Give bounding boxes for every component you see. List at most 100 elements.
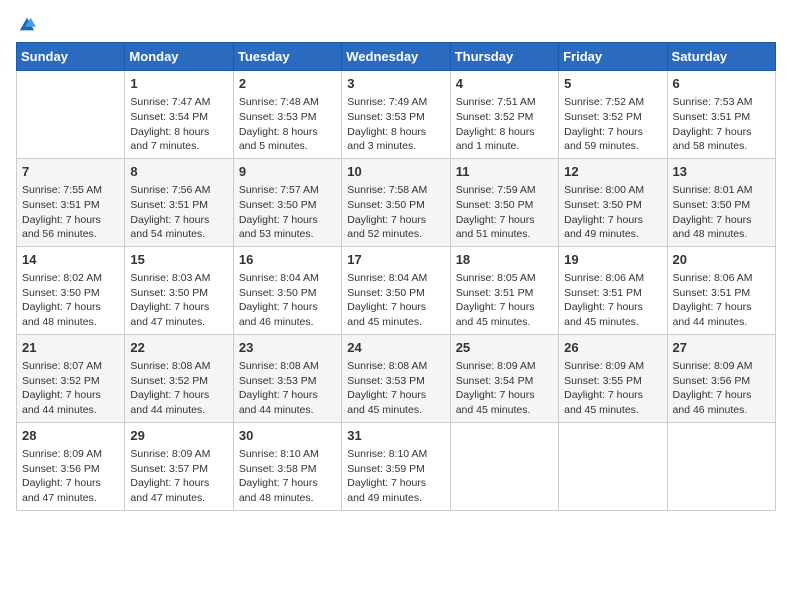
day-number: 4: [456, 75, 553, 93]
day-info: Sunrise: 8:10 AM Sunset: 3:59 PM Dayligh…: [347, 447, 444, 506]
calendar-cell: [667, 422, 775, 510]
calendar-cell: 19 Sunrise: 8:06 AM Sunset: 3:51 PM Dayli…: [559, 246, 667, 334]
day-number: 7: [22, 163, 119, 181]
calendar-cell: 26 Sunrise: 8:09 AM Sunset: 3:55 PM Dayli…: [559, 334, 667, 422]
weekday-header-saturday: Saturday: [667, 43, 775, 71]
day-info: Sunrise: 8:02 AM Sunset: 3:50 PM Dayligh…: [22, 271, 119, 330]
calendar-cell: 16Sunrise: 8:04 AM Sunset: 3:50 PM Dayli…: [233, 246, 341, 334]
day-info: Sunrise: 7:48 AM Sunset: 3:53 PM Dayligh…: [239, 95, 336, 154]
weekday-header-sunday: Sunday: [17, 43, 125, 71]
calendar-cell: 18 Sunrise: 8:05 AM Sunset: 3:51 PM Dayli…: [450, 246, 558, 334]
day-number: 12: [564, 163, 661, 181]
logo: [16, 16, 36, 32]
day-info: Sunrise: 7:56 AM Sunset: 3:51 PM Dayligh…: [130, 183, 227, 242]
day-number: 2: [239, 75, 336, 93]
weekday-header-thursday: Thursday: [450, 43, 558, 71]
day-info: Sunrise: 8:06 AM Sunset: 3:51 PM Dayligh…: [564, 271, 661, 330]
day-info: Sunrise: 8:10 AM Sunset: 3:58 PM Dayligh…: [239, 447, 336, 506]
day-info: Sunrise: 8:03 AM Sunset: 3:50 PM Dayligh…: [130, 271, 227, 330]
day-number: 3: [347, 75, 444, 93]
calendar-row: 14 Sunrise: 8:02 AM Sunset: 3:50 PM Dayli…: [17, 246, 776, 334]
day-info: Sunrise: 8:01 AM Sunset: 3:50 PM Dayligh…: [673, 183, 770, 242]
day-info: Sunrise: 7:57 AM Sunset: 3:50 PM Dayligh…: [239, 183, 336, 242]
day-number: 27: [673, 339, 770, 357]
day-info: Sunrise: 8:09 AM Sunset: 3:54 PM Dayligh…: [456, 359, 553, 418]
day-number: 17: [347, 251, 444, 269]
calendar-cell: 15 Sunrise: 8:03 AM Sunset: 3:50 PM Dayli…: [125, 246, 233, 334]
weekday-header-wednesday: Wednesday: [342, 43, 450, 71]
day-number: 29: [130, 427, 227, 445]
day-number: 14: [22, 251, 119, 269]
calendar-cell: 24 Sunrise: 8:08 AM Sunset: 3:53 PM Dayli…: [342, 334, 450, 422]
day-number: 19: [564, 251, 661, 269]
calendar-cell: 30Sunrise: 8:10 AM Sunset: 3:58 PM Dayli…: [233, 422, 341, 510]
calendar-header: SundayMondayTuesdayWednesdayThursdayFrid…: [17, 43, 776, 71]
day-number: 11: [456, 163, 553, 181]
calendar-cell: 6 Sunrise: 7:53 AM Sunset: 3:51 PM Daylig…: [667, 71, 775, 159]
page-header: [16, 16, 776, 32]
calendar-cell: 2 Sunrise: 7:48 AM Sunset: 3:53 PM Daylig…: [233, 71, 341, 159]
day-number: 28: [22, 427, 119, 445]
day-number: 15: [130, 251, 227, 269]
day-info: Sunrise: 8:08 AM Sunset: 3:53 PM Dayligh…: [347, 359, 444, 418]
day-info: Sunrise: 7:58 AM Sunset: 3:50 PM Dayligh…: [347, 183, 444, 242]
day-number: 31: [347, 427, 444, 445]
calendar-cell: 9Sunrise: 7:57 AM Sunset: 3:50 PM Daylig…: [233, 158, 341, 246]
calendar-cell: 11 Sunrise: 7:59 AM Sunset: 3:50 PM Dayli…: [450, 158, 558, 246]
day-info: Sunrise: 7:51 AM Sunset: 3:52 PM Dayligh…: [456, 95, 553, 154]
day-info: Sunrise: 8:09 AM Sunset: 3:57 PM Dayligh…: [130, 447, 227, 506]
day-number: 8: [130, 163, 227, 181]
day-info: Sunrise: 7:59 AM Sunset: 3:50 PM Dayligh…: [456, 183, 553, 242]
day-info: Sunrise: 8:08 AM Sunset: 3:52 PM Dayligh…: [130, 359, 227, 418]
weekday-header-friday: Friday: [559, 43, 667, 71]
calendar-row: 28Sunrise: 8:09 AM Sunset: 3:56 PM Dayli…: [17, 422, 776, 510]
calendar-cell: [559, 422, 667, 510]
calendar-cell: 3 Sunrise: 7:49 AM Sunset: 3:53 PM Daylig…: [342, 71, 450, 159]
day-info: Sunrise: 7:52 AM Sunset: 3:52 PM Dayligh…: [564, 95, 661, 154]
calendar-row: 21Sunrise: 8:07 AM Sunset: 3:52 PM Dayli…: [17, 334, 776, 422]
day-info: Sunrise: 7:49 AM Sunset: 3:53 PM Dayligh…: [347, 95, 444, 154]
calendar-table: SundayMondayTuesdayWednesdayThursdayFrid…: [16, 42, 776, 511]
calendar-cell: 27 Sunrise: 8:09 AM Sunset: 3:56 PM Dayli…: [667, 334, 775, 422]
day-info: Sunrise: 7:53 AM Sunset: 3:51 PM Dayligh…: [673, 95, 770, 154]
calendar-cell: [450, 422, 558, 510]
day-info: Sunrise: 8:08 AM Sunset: 3:53 PM Dayligh…: [239, 359, 336, 418]
day-info: Sunrise: 7:47 AM Sunset: 3:54 PM Dayligh…: [130, 95, 227, 154]
day-number: 23: [239, 339, 336, 357]
calendar-cell: 22 Sunrise: 8:08 AM Sunset: 3:52 PM Dayli…: [125, 334, 233, 422]
day-info: Sunrise: 8:04 AM Sunset: 3:50 PM Dayligh…: [347, 271, 444, 330]
calendar-cell: 14 Sunrise: 8:02 AM Sunset: 3:50 PM Dayli…: [17, 246, 125, 334]
day-number: 18: [456, 251, 553, 269]
day-number: 1: [130, 75, 227, 93]
day-number: 20: [673, 251, 770, 269]
logo-icon: [18, 16, 36, 34]
calendar-body: 1 Sunrise: 7:47 AM Sunset: 3:54 PM Daylig…: [17, 71, 776, 511]
day-info: Sunrise: 8:07 AM Sunset: 3:52 PM Dayligh…: [22, 359, 119, 418]
day-info: Sunrise: 8:09 AM Sunset: 3:56 PM Dayligh…: [673, 359, 770, 418]
calendar-cell: 29 Sunrise: 8:09 AM Sunset: 3:57 PM Dayli…: [125, 422, 233, 510]
day-info: Sunrise: 7:55 AM Sunset: 3:51 PM Dayligh…: [22, 183, 119, 242]
day-number: 25: [456, 339, 553, 357]
calendar-cell: 8 Sunrise: 7:56 AM Sunset: 3:51 PM Daylig…: [125, 158, 233, 246]
calendar-row: 1 Sunrise: 7:47 AM Sunset: 3:54 PM Daylig…: [17, 71, 776, 159]
day-number: 16: [239, 251, 336, 269]
calendar-cell: 20Sunrise: 8:06 AM Sunset: 3:51 PM Dayli…: [667, 246, 775, 334]
calendar-cell: 1 Sunrise: 7:47 AM Sunset: 3:54 PM Daylig…: [125, 71, 233, 159]
weekday-header-monday: Monday: [125, 43, 233, 71]
calendar-row: 7 Sunrise: 7:55 AM Sunset: 3:51 PM Daylig…: [17, 158, 776, 246]
day-info: Sunrise: 8:05 AM Sunset: 3:51 PM Dayligh…: [456, 271, 553, 330]
calendar-cell: 4 Sunrise: 7:51 AM Sunset: 3:52 PM Daylig…: [450, 71, 558, 159]
calendar-cell: 10Sunrise: 7:58 AM Sunset: 3:50 PM Dayli…: [342, 158, 450, 246]
calendar-cell: 31 Sunrise: 8:10 AM Sunset: 3:59 PM Dayli…: [342, 422, 450, 510]
day-number: 6: [673, 75, 770, 93]
calendar-cell: 7 Sunrise: 7:55 AM Sunset: 3:51 PM Daylig…: [17, 158, 125, 246]
calendar-cell: 12 Sunrise: 8:00 AM Sunset: 3:50 PM Dayli…: [559, 158, 667, 246]
day-number: 24: [347, 339, 444, 357]
day-info: Sunrise: 8:09 AM Sunset: 3:55 PM Dayligh…: [564, 359, 661, 418]
day-number: 26: [564, 339, 661, 357]
calendar-cell: 25 Sunrise: 8:09 AM Sunset: 3:54 PM Dayli…: [450, 334, 558, 422]
calendar-cell: [17, 71, 125, 159]
day-info: Sunrise: 8:00 AM Sunset: 3:50 PM Dayligh…: [564, 183, 661, 242]
day-number: 22: [130, 339, 227, 357]
calendar-cell: 21Sunrise: 8:07 AM Sunset: 3:52 PM Dayli…: [17, 334, 125, 422]
